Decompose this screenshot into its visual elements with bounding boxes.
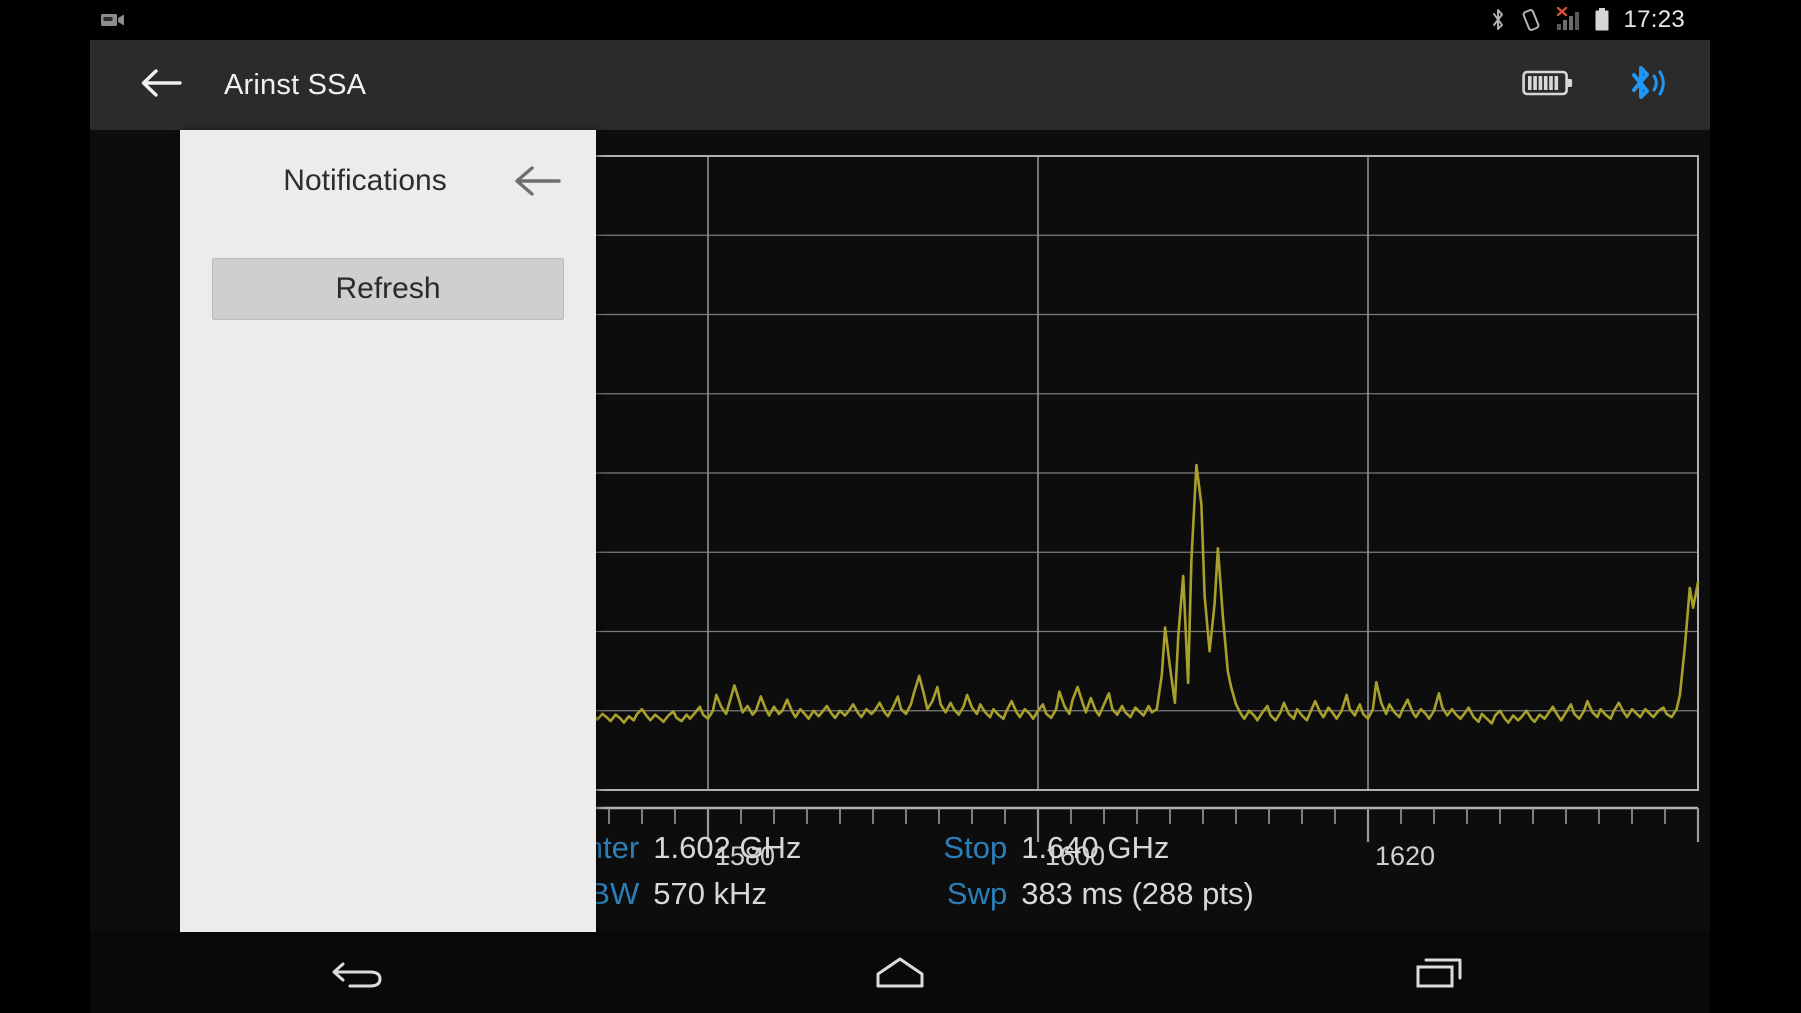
- screen-record-icon: [101, 14, 124, 26]
- rbw-value: 570 kHz: [653, 876, 767, 911]
- bluetooth-connected-icon[interactable]: [1626, 63, 1668, 108]
- notifications-drawer: Notifications Refresh: [180, 130, 596, 932]
- status-bar-left: [90, 10, 126, 30]
- readout-grid: Center 1.602 GHz Stop 1.640 GHz RBW 570 …: [546, 830, 1254, 912]
- status-bar-clock: 17:23: [1623, 6, 1685, 33]
- device-viewport: 17:23 Arinst SSA 1580 1600 1620 1.602 GH…: [90, 0, 1710, 1013]
- signal-no-service-icon: [1557, 7, 1580, 30]
- swp-label: Swp: [946, 876, 1008, 911]
- back-arrow-icon[interactable]: [140, 66, 182, 105]
- nav-recents-icon[interactable]: [1355, 930, 1525, 1013]
- vibrate-icon: [1522, 9, 1540, 31]
- bluetooth-icon: [1493, 9, 1504, 30]
- battery-icon: [1595, 8, 1609, 31]
- drawer-back-arrow-icon[interactable]: [510, 161, 566, 201]
- refresh-button[interactable]: Refresh: [212, 258, 564, 320]
- status-bar: 17:23: [90, 0, 1710, 40]
- nav-home-icon[interactable]: [815, 930, 985, 1013]
- navigation-bar: [90, 930, 1710, 1013]
- nav-back-icon[interactable]: [275, 930, 445, 1013]
- refresh-button-label: Refresh: [335, 272, 441, 305]
- battery-full-icon[interactable]: [1522, 67, 1574, 104]
- drawer-title: Notifications: [283, 164, 447, 197]
- stop-label: Stop: [943, 830, 1008, 865]
- action-bar-right: [1522, 63, 1710, 108]
- app-title: Arinst SSA: [224, 68, 367, 101]
- status-bar-right: 17:23: [1489, 6, 1710, 34]
- stop-value: 1.640 GHz: [1021, 830, 1170, 865]
- action-bar: Arinst SSA: [90, 40, 1710, 130]
- drawer-header: Notifications: [180, 130, 596, 232]
- screen-root: 17:23 Arinst SSA 1580 1600 1620 1.602 GH…: [0, 0, 1801, 1013]
- action-bar-left: Arinst SSA: [90, 66, 366, 105]
- swp-value: 383 ms (288 pts): [1021, 876, 1254, 911]
- center-value: 1.602 GHz: [653, 830, 802, 865]
